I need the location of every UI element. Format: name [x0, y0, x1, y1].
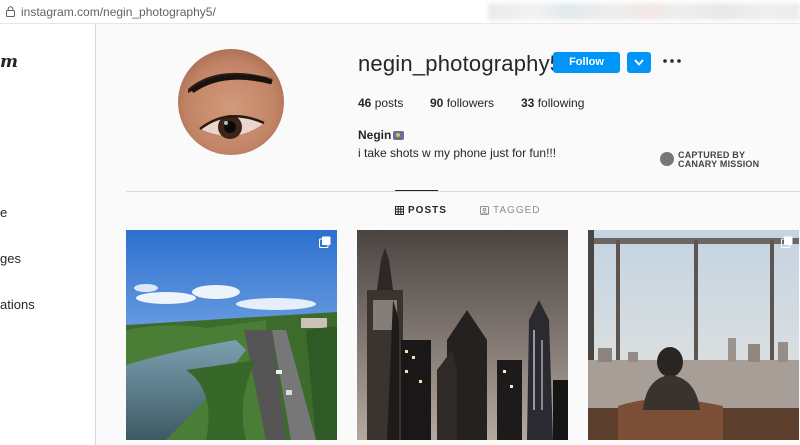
follow-button[interactable]: Follow — [553, 52, 620, 73]
sidebar: m e ges ations — [0, 24, 96, 445]
profile-bio: i take shots w my phone just for fun!!! — [358, 146, 557, 160]
sidebar-item-notifications[interactable]: ations — [0, 297, 35, 312]
tabs-divider — [126, 191, 800, 192]
post-thumbnail[interactable] — [126, 230, 337, 440]
lock-icon — [6, 6, 15, 17]
active-tab-indicator — [395, 190, 438, 191]
stat-followers[interactable]: 90 followers — [430, 96, 494, 110]
camera-emoji — [393, 131, 405, 140]
canary-logo-icon — [660, 152, 674, 166]
post-thumbnail[interactable] — [357, 230, 568, 440]
stat-following[interactable]: 33 following — [521, 96, 584, 110]
blurred-browser-extensions — [488, 3, 800, 20]
multiple-posts-icon — [781, 236, 793, 248]
multiple-posts-icon — [319, 236, 331, 248]
grid-icon — [395, 206, 404, 215]
suggested-accounts-dropdown[interactable] — [627, 52, 651, 73]
more-options-icon[interactable] — [662, 51, 682, 71]
sidebar-item-home[interactable]: e — [0, 205, 7, 220]
profile-page: negin_photography5 Follow 46 posts 90 fo… — [97, 24, 800, 445]
sidebar-item-messages[interactable]: ges — [0, 251, 21, 266]
instagram-logo[interactable]: m — [0, 52, 18, 72]
post-thumbnail[interactable] — [588, 230, 799, 440]
tab-posts[interactable]: POSTS — [395, 205, 447, 216]
profile-username: negin_photography5 — [358, 51, 563, 76]
avatar[interactable] — [178, 49, 284, 155]
tab-tagged[interactable]: TAGGED — [480, 205, 540, 216]
chevron-down-icon — [634, 59, 644, 66]
browser-address-bar[interactable]: instagram.com/negin_photography5/ — [0, 0, 800, 24]
tag-icon — [480, 206, 489, 215]
stat-posts: 46 posts — [358, 96, 404, 110]
url-text[interactable]: instagram.com/negin_photography5/ — [21, 5, 216, 19]
profile-full-name: Negin — [358, 128, 405, 142]
